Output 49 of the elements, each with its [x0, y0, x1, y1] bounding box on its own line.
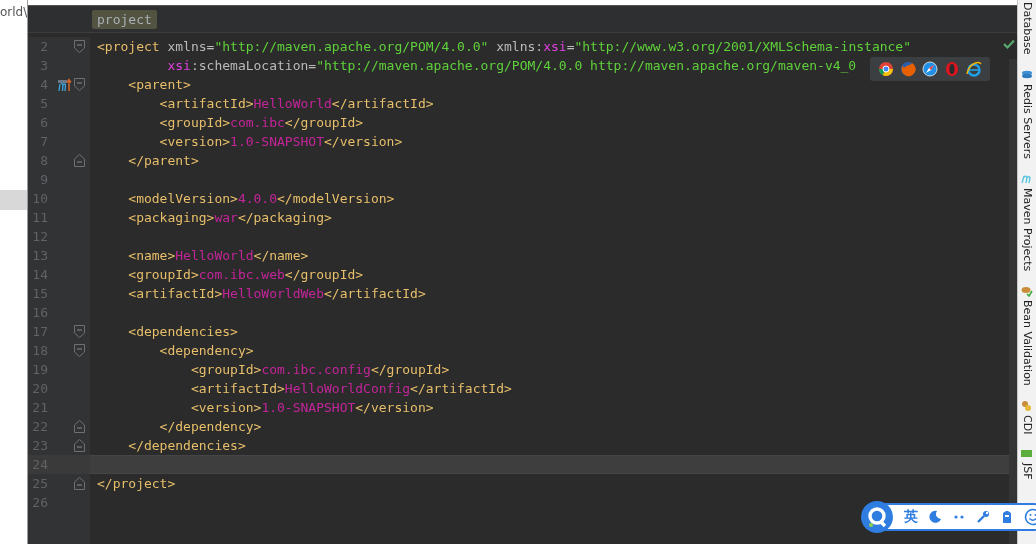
code-line: <groupId>com.ibc.config</groupId>	[189, 362, 450, 377]
code-line: <project xmlns="http://maven.apache.org/POM/4.0.0" xmlns:xsi="http://www.w3.org/2001/XMLSchema-instance"	[97, 39, 911, 54]
code-line: <dependency>	[158, 343, 254, 358]
fold-end-icon[interactable]	[74, 439, 85, 452]
maven-parent-icon[interactable]	[58, 77, 72, 92]
code-line: <modelVersion>4.0.0</modelVersion>	[127, 191, 395, 206]
browser-icon[interactable]	[966, 61, 982, 77]
fold-end-icon[interactable]	[74, 477, 85, 490]
code-line: <artifactId>HelloWorld</artifactId>	[158, 96, 434, 111]
browser-icon[interactable]	[922, 61, 938, 77]
code-line: <groupId>com.ibc</groupId>	[158, 115, 364, 130]
code-line: </project>	[97, 476, 176, 491]
breadcrumb-item[interactable]: project	[92, 9, 157, 29]
check-icon	[1003, 39, 1015, 49]
tool-window-button[interactable]: Bean Validation	[1018, 284, 1036, 386]
fold-start-icon[interactable]	[74, 325, 85, 338]
code-line: <version>1.0-SNAPSHOT</version>	[189, 400, 434, 415]
m-logo-icon	[1021, 172, 1033, 185]
code-line: </dependency>	[158, 419, 262, 434]
tool-window-button[interactable]: Maven Projects	[1018, 172, 1036, 271]
fold-start-icon[interactable]	[74, 40, 85, 53]
bean-check-icon	[1021, 284, 1033, 297]
moon-icon[interactable]	[928, 510, 942, 524]
code-line: <artifactId>HelloWorldConfig</artifactId>	[189, 381, 512, 396]
tool-window-button[interactable]: CDI	[1018, 399, 1036, 435]
path-text: orld\	[0, 5, 27, 19]
code-line: <parent>	[127, 77, 191, 92]
fold-start-icon[interactable]	[74, 78, 85, 91]
tool-window-button[interactable]: JSF	[1018, 448, 1036, 480]
browser-icon[interactable]	[878, 61, 894, 77]
tool-window-button[interactable]: Redis Servers	[1018, 68, 1036, 159]
code-line: </parent>	[127, 153, 199, 168]
code-line: <artifactId>HelloWorldWeb</artifactId>	[127, 286, 426, 301]
code-line: </dependencies>	[127, 438, 246, 453]
tool-window-button[interactable]: Database	[1018, 2, 1036, 55]
code-line: <packaging>war</packaging>	[127, 210, 332, 225]
code-line: xsi:schemaLocation="http://maven.apache.org/POM/4.0.0 http://maven.apache.org/maven-v4_0	[166, 58, 857, 73]
fold-end-icon[interactable]	[74, 154, 85, 167]
code-line: <dependencies>	[127, 324, 238, 339]
beans-icon	[1021, 399, 1033, 412]
layers-icon	[1021, 68, 1033, 81]
wrench-icon[interactable]	[976, 510, 990, 524]
code-line: <name>HelloWorld</name>	[127, 248, 309, 263]
input-mode-toggle[interactable]: 英	[904, 508, 918, 526]
code-line: <version>1.0-SNAPSHOT</version>	[158, 134, 403, 149]
fold-end-icon[interactable]	[74, 420, 85, 433]
fold-start-icon[interactable]	[74, 344, 85, 357]
code-line: <groupId>com.ibc.web</groupId>	[127, 267, 364, 282]
ime-logo-icon[interactable]	[860, 500, 894, 534]
